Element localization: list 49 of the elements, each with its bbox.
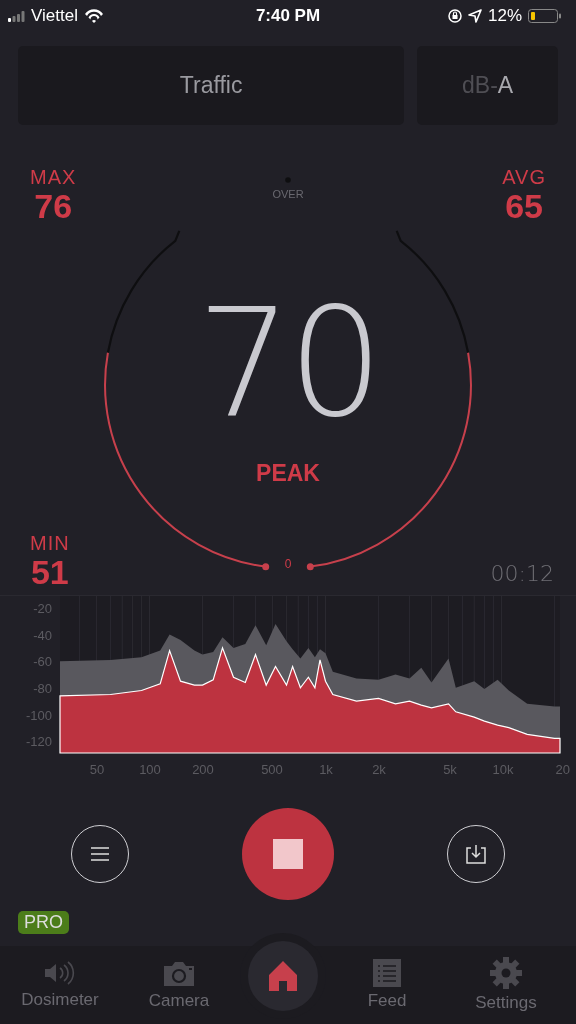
max-label: MAX <box>30 166 77 188</box>
axis-label: 20 <box>555 762 570 777</box>
tab-button[interactable]: Settings <box>456 957 556 1013</box>
peak-label: PEAK <box>255 460 321 487</box>
tab-button[interactable]: Dosimeter <box>10 960 110 1010</box>
wifi-icon <box>83 9 104 23</box>
axis-label: -20 <box>33 601 52 616</box>
location-icon <box>467 9 482 23</box>
axis-label: -80 <box>33 681 52 696</box>
preset-button[interactable]: Traffic <box>18 46 405 125</box>
rotation-lock-icon <box>447 9 462 23</box>
camera-icon <box>162 959 196 987</box>
battery-percent: 12% <box>487 6 522 26</box>
tab-button[interactable]: Camera <box>129 959 229 1011</box>
weighting-button[interactable]: dB-A <box>417 46 558 125</box>
axis-label: -100 <box>25 708 52 723</box>
home-icon <box>269 961 297 991</box>
status-time: 7:40 PM <box>255 6 321 26</box>
axis-label: 2k <box>372 762 386 777</box>
axis-label: 50 <box>89 762 105 777</box>
level-value: 70 <box>195 288 381 438</box>
axis-label: 200 <box>192 762 214 777</box>
axis-label: 100 <box>139 762 161 777</box>
min-label: MIN <box>30 532 70 554</box>
elapsed-time: 00:12 <box>490 561 554 586</box>
axis-label: -120 <box>25 734 52 749</box>
axis-label: -40 <box>33 628 52 643</box>
pro-badge: PRO <box>18 911 69 934</box>
tab-button[interactable]: Feed <box>337 959 437 1011</box>
download-icon <box>466 844 486 864</box>
over-label: OVER <box>271 188 305 200</box>
avg-value: 65 <box>505 188 544 224</box>
zero-label: 0 <box>283 557 293 571</box>
menu-icon <box>91 847 109 861</box>
min-value: 51 <box>30 554 69 590</box>
carrier-name: Viettel <box>31 6 78 26</box>
axis-label: 1k <box>319 762 333 777</box>
axis-label: 10k <box>492 762 514 777</box>
signal-icon <box>8 10 25 22</box>
list-icon <box>373 959 401 987</box>
axis-label: -60 <box>33 654 52 669</box>
speaker-icon <box>44 960 76 986</box>
max-value: 76 <box>34 188 73 224</box>
axis-label: 500 <box>261 762 283 777</box>
battery-icon <box>528 9 562 23</box>
axis-label: 5k <box>443 762 457 777</box>
stop-icon <box>273 839 303 869</box>
settings-icon <box>490 957 522 989</box>
avg-label: AVG <box>502 166 546 188</box>
